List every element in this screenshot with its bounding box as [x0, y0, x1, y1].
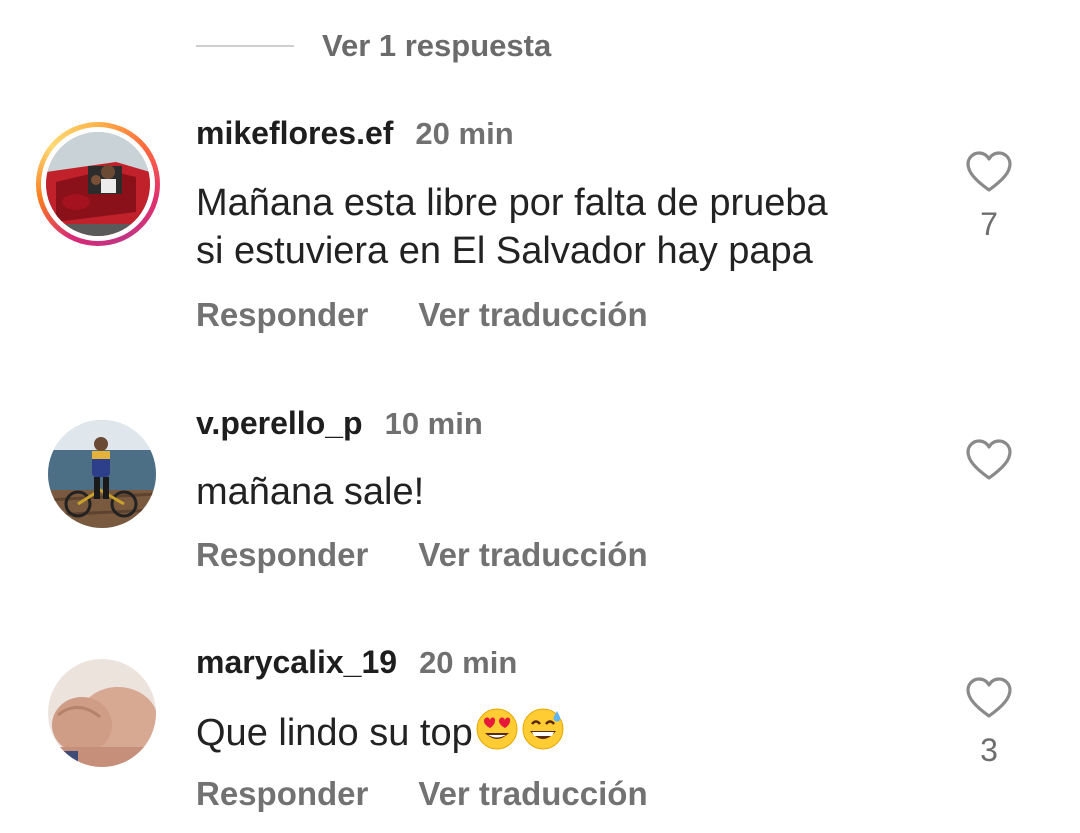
comment-text: Mañana esta libre por falta de prueba si…: [196, 179, 936, 275]
comment-username[interactable]: mikeflores.ef: [196, 115, 393, 152]
view-replies-link[interactable]: Ver 1 respuesta: [196, 24, 551, 68]
comment-text-line: si estuviera en El Salvador hay papa: [196, 230, 813, 272]
comment-text: Que lindo su top: [196, 707, 936, 757]
translate-button[interactable]: Ver traducción: [418, 296, 647, 334]
like-count: 3: [980, 732, 998, 768]
like-button[interactable]: 3: [964, 676, 1014, 769]
grinning-sweat-emoji-icon: [522, 708, 564, 750]
view-replies-label: Ver 1 respuesta: [322, 28, 552, 63]
like-count: 7: [980, 206, 998, 242]
avatar[interactable]: [48, 420, 156, 528]
like-button[interactable]: 7: [964, 150, 1014, 243]
comment-text-line: Mañana esta libre por falta de prueba: [196, 182, 828, 224]
comment-text-body: Que lindo su top: [196, 712, 473, 754]
comment-timestamp: 20 min: [419, 645, 518, 680]
translate-button[interactable]: Ver traducción: [418, 775, 647, 813]
reply-button[interactable]: Responder: [196, 775, 368, 813]
avatar[interactable]: [48, 659, 156, 767]
heart-outline-icon: [966, 439, 1012, 480]
reply-button[interactable]: Responder: [196, 296, 368, 334]
comment-timestamp: 20 min: [415, 116, 514, 151]
reply-button[interactable]: Responder: [196, 536, 368, 574]
heart-eyes-emoji-icon: [476, 708, 518, 750]
comment-text: mañana sale!: [196, 471, 425, 513]
comment-timestamp: 10 min: [384, 406, 483, 441]
heart-outline-icon: [966, 151, 1012, 192]
heart-outline-icon: [966, 677, 1012, 718]
comment-username[interactable]: v.perello_p: [196, 405, 363, 442]
comment-username[interactable]: marycalix_19: [196, 644, 397, 681]
translate-button[interactable]: Ver traducción: [418, 536, 647, 574]
avatar[interactable]: [36, 122, 160, 246]
like-button[interactable]: [964, 438, 1014, 494]
replies-divider: [196, 45, 294, 47]
avatar-photo: [46, 132, 150, 236]
